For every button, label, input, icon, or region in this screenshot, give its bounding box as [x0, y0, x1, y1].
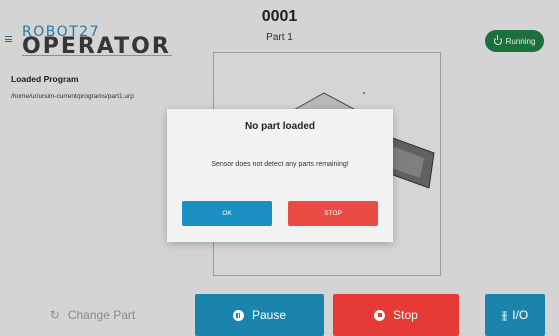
change-part-button[interactable]: ↻ Change Part [17, 294, 168, 336]
stop-button[interactable]: Stop [333, 294, 459, 336]
io-label: I/O [512, 308, 529, 322]
pause-label: Pause [251, 308, 287, 322]
io-sliders-icon: ⫵ [501, 307, 508, 322]
refresh-icon: ↻ [49, 308, 60, 322]
operator-screen: ROBOT27 OPERATOR 0001 Part 1 Running Loa… [0, 0, 559, 336]
pause-icon [232, 309, 244, 321]
dialog-message: Sensor does not detect any parts remaini… [211, 161, 349, 168]
change-part-label: Change Part [67, 308, 136, 322]
no-part-dialog: No part loaded Sensor does not detect an… [167, 109, 393, 242]
stop-icon [374, 309, 386, 321]
dialog-stop-button[interactable]: STOP [288, 201, 378, 226]
dialog-title: No part loaded [244, 121, 315, 132]
dialog-ok-button[interactable]: OK [182, 201, 272, 226]
io-button[interactable]: ⫵ I/O [485, 294, 545, 336]
stop-label: Stop [393, 308, 418, 322]
pause-button[interactable]: Pause [195, 294, 324, 336]
